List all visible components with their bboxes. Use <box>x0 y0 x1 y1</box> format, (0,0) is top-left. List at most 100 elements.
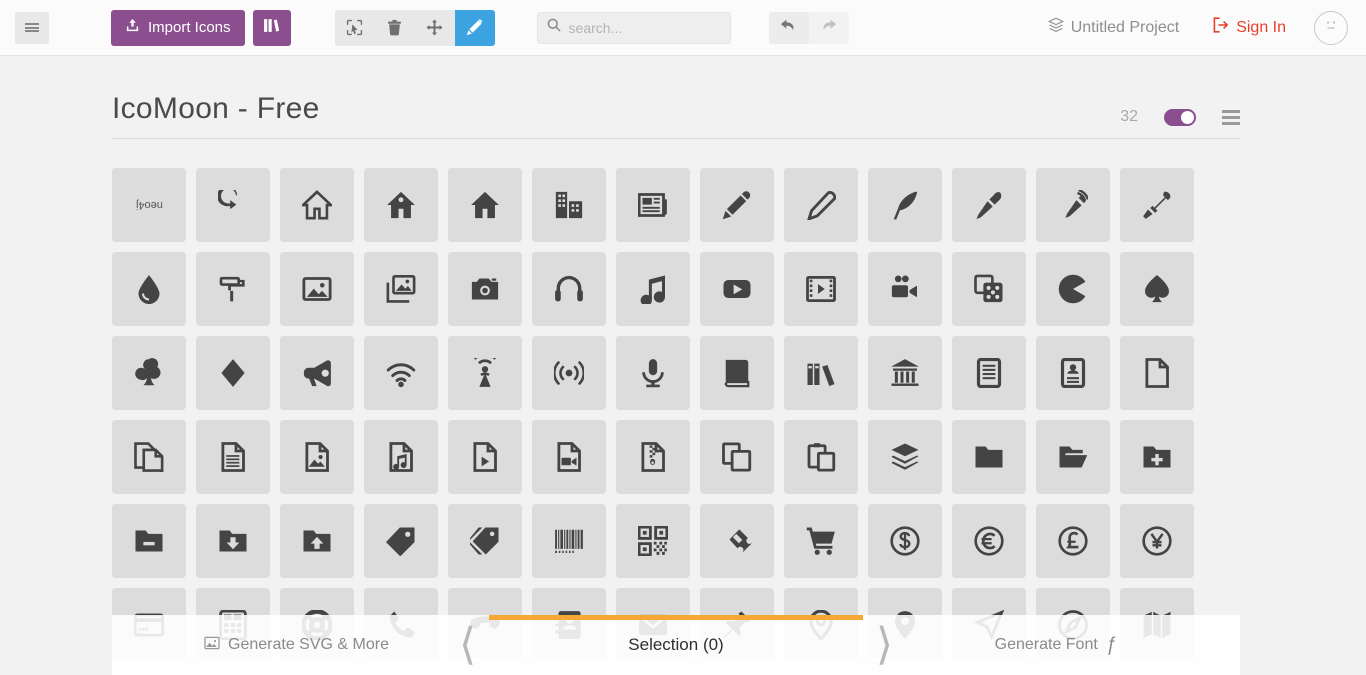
icon-cell[interactable] <box>112 420 186 494</box>
icon-cell[interactable] <box>952 252 1026 326</box>
icon-set-menu-button[interactable] <box>1222 108 1240 126</box>
icon-cell[interactable] <box>1120 420 1194 494</box>
icon-cell[interactable] <box>1120 336 1194 410</box>
icon-cell[interactable] <box>112 252 186 326</box>
video-camera-icon <box>890 274 920 304</box>
cart-icon <box>806 526 836 556</box>
icon-cell[interactable] <box>700 168 774 242</box>
icon-cell[interactable] <box>868 504 942 578</box>
icon-cell[interactable] <box>532 252 606 326</box>
icon-cell[interactable] <box>532 336 606 410</box>
icon-cell[interactable] <box>784 168 858 242</box>
icon-cell[interactable] <box>280 420 354 494</box>
toggle-knob <box>1181 110 1194 124</box>
project-button[interactable]: Untitled Project <box>1047 17 1179 38</box>
icon-cell[interactable] <box>1120 252 1194 326</box>
icon-cell[interactable] <box>112 504 186 578</box>
search-input[interactable] <box>568 19 719 36</box>
generate-font-button[interactable]: Generate Font ƒ <box>871 634 1240 656</box>
headphones-icon <box>554 274 584 304</box>
icon-set-toggle[interactable] <box>1164 108 1196 126</box>
icon-cell[interactable] <box>364 420 438 494</box>
icon-cell[interactable] <box>112 336 186 410</box>
search-field-wrapper[interactable] <box>536 11 731 44</box>
icon-cell[interactable] <box>196 336 270 410</box>
icon-cell[interactable] <box>364 168 438 242</box>
selection-tab[interactable]: ⟨ Selection (0) ⟩ <box>459 615 893 675</box>
select-tool-button[interactable] <box>335 10 375 46</box>
profile-icon <box>1058 358 1088 388</box>
icon-cell[interactable] <box>532 420 606 494</box>
icon-cell[interactable] <box>1036 504 1110 578</box>
icon-cell[interactable] <box>532 168 606 242</box>
icon-cell[interactable] <box>700 504 774 578</box>
icon-cell[interactable] <box>1036 420 1110 494</box>
icon-cell[interactable] <box>1036 252 1110 326</box>
icon-cell[interactable] <box>700 420 774 494</box>
dice-icon <box>974 274 1004 304</box>
next-set-button[interactable]: ⟩ <box>876 619 893 671</box>
home3-icon <box>470 190 500 220</box>
icon-cell[interactable] <box>868 252 942 326</box>
icon-cell[interactable] <box>1120 168 1194 242</box>
icon-cell[interactable] <box>448 336 522 410</box>
icon-cell[interactable] <box>196 504 270 578</box>
icon-cell[interactable] <box>616 336 690 410</box>
newspaper-icon <box>638 190 668 220</box>
icon-cell[interactable] <box>784 336 858 410</box>
selection-label: Selection (0) <box>628 635 724 654</box>
icon-cell[interactable] <box>280 252 354 326</box>
icon-cell[interactable] <box>616 420 690 494</box>
file-text2-icon <box>218 442 248 472</box>
icon-cell[interactable]: neo4j <box>112 168 186 242</box>
icon-cell[interactable] <box>952 168 1026 242</box>
icon-cell[interactable] <box>196 252 270 326</box>
icon-cell[interactable] <box>700 336 774 410</box>
icon-cell[interactable] <box>868 168 942 242</box>
icon-cell[interactable] <box>700 252 774 326</box>
icon-cell[interactable] <box>784 420 858 494</box>
podcast-icon <box>470 358 500 388</box>
icon-cell[interactable] <box>1120 504 1194 578</box>
icon-cell[interactable] <box>280 336 354 410</box>
redo-button[interactable] <box>808 11 849 44</box>
avatar[interactable] <box>1314 10 1348 45</box>
icon-cell[interactable] <box>616 252 690 326</box>
delete-tool-button[interactable] <box>375 10 415 46</box>
icon-cell[interactable] <box>616 504 690 578</box>
icon-cell[interactable] <box>448 420 522 494</box>
icon-cell[interactable] <box>196 168 270 242</box>
icon-cell[interactable] <box>448 252 522 326</box>
icon-cell[interactable] <box>448 504 522 578</box>
icon-cell[interactable] <box>952 336 1026 410</box>
icon-cell[interactable] <box>1036 168 1110 242</box>
generate-svg-button[interactable]: Generate SVG & More <box>112 635 481 656</box>
edit-tool-button[interactable] <box>454 9 495 46</box>
undo-button[interactable] <box>768 11 809 44</box>
icon-cell[interactable] <box>1036 336 1110 410</box>
icon-cell[interactable] <box>280 504 354 578</box>
icon-cell[interactable] <box>868 420 942 494</box>
icon-cell[interactable] <box>448 168 522 242</box>
icon-cell[interactable] <box>364 252 438 326</box>
icon-library-button[interactable] <box>252 9 291 46</box>
main-menu-button[interactable] <box>15 11 49 44</box>
previous-set-button[interactable]: ⟨ <box>459 619 476 671</box>
sign-in-button[interactable]: Sign In <box>1213 17 1286 38</box>
icon-cell[interactable] <box>784 504 858 578</box>
icon-cell[interactable] <box>784 252 858 326</box>
icon-cell[interactable] <box>196 420 270 494</box>
icon-cell[interactable] <box>868 336 942 410</box>
icon-cell[interactable] <box>952 504 1026 578</box>
import-icons-button[interactable]: Import Icons <box>111 9 245 46</box>
move-tool-button[interactable] <box>415 10 455 46</box>
icon-cell[interactable] <box>280 168 354 242</box>
icon-cell[interactable] <box>532 504 606 578</box>
icon-cell[interactable] <box>364 336 438 410</box>
icon-cell[interactable] <box>364 504 438 578</box>
icon-cell[interactable] <box>616 168 690 242</box>
file-play-icon <box>470 442 500 472</box>
ticket-icon <box>722 526 752 556</box>
spades-icon <box>1142 274 1172 304</box>
icon-cell[interactable] <box>952 420 1026 494</box>
